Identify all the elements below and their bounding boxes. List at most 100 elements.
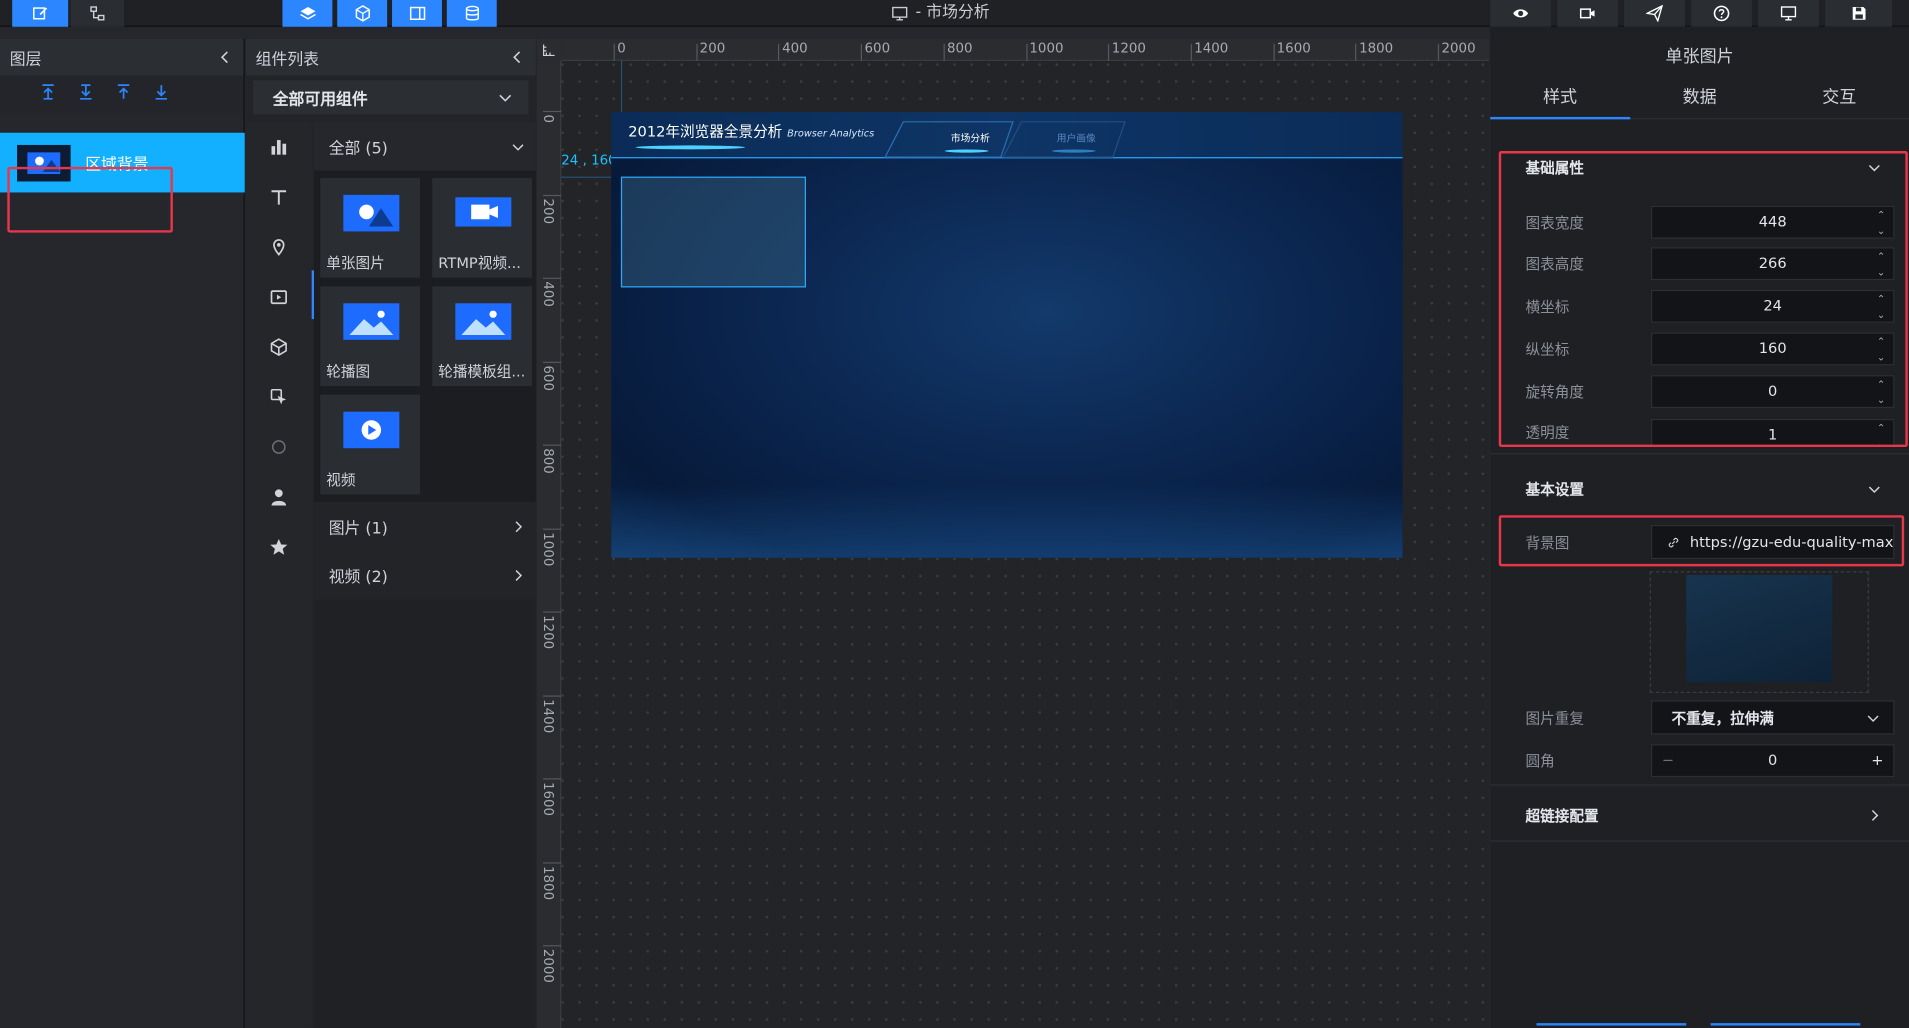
group-video[interactable]: 视频 (2)	[314, 550, 536, 600]
save-icon	[1852, 7, 1865, 20]
component-card-carousel[interactable]: 轮播图	[320, 286, 421, 387]
collapse-left-icon[interactable]	[217, 49, 234, 66]
rail-media[interactable]	[246, 272, 312, 322]
screen-tab-users[interactable]: 用户画像	[1040, 129, 1113, 148]
rail-3d[interactable]	[246, 322, 312, 372]
stepper-arrows[interactable]: ⌃ ⌄	[1874, 336, 1889, 363]
record-button[interactable]	[1557, 0, 1619, 27]
app-root: - 市场分析 图层 区域背景 组件列表 全部可用组件 全部 (5) 单张图片 R…	[0, 0, 1909, 1028]
ruler-tick	[943, 43, 945, 61]
rotation-input[interactable]: 0 ⌃ ⌄	[1650, 374, 1895, 408]
chevron-right-icon	[1871, 809, 1879, 821]
radius-stepper[interactable]: − 0 +	[1650, 743, 1895, 777]
stepper-arrows[interactable]: ⌃ ⌄	[1874, 209, 1889, 236]
screen-button[interactable]	[1758, 0, 1819, 27]
group-all[interactable]: 全部 (5)	[314, 121, 536, 171]
y-input[interactable]: 160 ⌃ ⌄	[1650, 331, 1895, 365]
ruler-corner[interactable]	[536, 38, 562, 61]
repeat-select[interactable]: 不重复，拉伸满	[1650, 700, 1895, 735]
ruler-x-label: 600	[864, 40, 891, 57]
layer-item-selected[interactable]: 区域背景	[0, 132, 245, 193]
rail-shape[interactable]	[246, 421, 312, 471]
data-toggle-button[interactable]	[446, 0, 497, 27]
screen-tab-market[interactable]: 市场分析	[934, 129, 1007, 148]
move-bottom-button[interactable]	[77, 82, 95, 105]
collapse-component-icon[interactable]	[509, 49, 526, 66]
edit-mode-button[interactable]	[12, 0, 69, 27]
flow-mode-button[interactable]	[70, 0, 125, 27]
tab-interaction[interactable]: 交互	[1769, 76, 1909, 119]
carousel-template-thumb	[455, 303, 512, 340]
component-card-video[interactable]: 视频	[320, 394, 421, 495]
rotation-label: 旋转角度	[1525, 383, 1584, 401]
background-preview	[1686, 574, 1833, 683]
arrow-down-icon	[155, 84, 168, 100]
ruler-tick	[543, 694, 562, 697]
preview-button[interactable]	[1490, 0, 1552, 27]
bottom-action-buttons[interactable]	[1536, 1023, 1861, 1028]
design-canvas[interactable]: 0 200 400 600 800 1000 1200 1400 1600 1800 2000 0 2…	[536, 38, 1490, 1028]
tab-style[interactable]: 样式	[1490, 76, 1630, 120]
section-basic-props[interactable]: 基础属性	[1490, 146, 1909, 187]
ruler-tick	[1437, 43, 1440, 61]
divider	[1490, 840, 1909, 842]
selected-component-frame[interactable]	[620, 176, 806, 288]
ruler-vertical[interactable]: 0 200 400 600 800 1000 1200 1400 1600 1800 2000	[536, 60, 562, 1028]
ruler-tick	[1355, 43, 1357, 61]
chevron-down-icon	[1868, 485, 1880, 493]
help-button[interactable]	[1691, 0, 1752, 27]
prop-repeat: 图片重复 不重复，拉伸满	[1526, 700, 1909, 735]
stepper-arrows[interactable]: ⌃ ⌄	[1874, 293, 1889, 320]
rail-map[interactable]	[246, 222, 312, 272]
screen-header: 2012年浏览器全景分析 Browser Analytics 市场分析 用户画像	[611, 112, 1403, 159]
bottom-button-left[interactable]	[1536, 1023, 1687, 1028]
tab-data[interactable]: 数据	[1630, 76, 1770, 119]
height-label: 图表高度	[1525, 255, 1584, 273]
inspector-toggle-button[interactable]	[392, 0, 442, 27]
rail-interaction[interactable]	[246, 371, 312, 421]
layer-thumbnail	[17, 144, 71, 181]
bottom-button-right[interactable]	[1710, 1023, 1861, 1028]
opacity-label: 透明度	[1525, 423, 1570, 441]
section-basic-settings[interactable]: 基本设置	[1490, 468, 1909, 509]
ruler-tick	[696, 43, 698, 61]
group-image[interactable]: 图片 (1)	[314, 501, 536, 551]
component-filter-select[interactable]: 全部可用组件	[253, 80, 529, 115]
component-card-rtmp[interactable]: RTMP视频...	[432, 177, 533, 278]
stepper-arrows[interactable]: ⌃ ⌄	[1874, 378, 1889, 405]
rail-favorite[interactable]	[246, 521, 312, 571]
y-label: 纵坐标	[1525, 340, 1570, 358]
plus-icon[interactable]: +	[1871, 752, 1883, 769]
width-input[interactable]: 448 ⌃ ⌄	[1650, 205, 1895, 239]
component-list: 全部 (5) 单张图片 RTMP视频... 轮播图 轮播模板组... 视频 图片…	[314, 121, 536, 1028]
move-up-button[interactable]	[114, 82, 132, 105]
3d-icon	[270, 337, 287, 356]
layers-toggle-button[interactable]	[282, 0, 333, 27]
rail-text[interactable]	[246, 172, 312, 222]
stepper-arrows[interactable]: ⌃ ⌄	[1874, 250, 1889, 277]
opacity-input[interactable]: 1 ⌃ ⌄	[1650, 418, 1895, 446]
component-card-carousel-template[interactable]: 轮播模板组...	[432, 286, 533, 387]
publish-button[interactable]	[1624, 0, 1686, 27]
ruler-tick	[778, 43, 780, 61]
minus-icon[interactable]: −	[1662, 752, 1674, 769]
rail-user[interactable]	[246, 471, 312, 521]
ruler-horizontal[interactable]: 0 200 400 600 800 1000 1200 1400 1600 1800 2000	[561, 38, 1490, 61]
star-icon	[270, 538, 288, 555]
component-toggle-button[interactable]	[337, 0, 388, 27]
background-preview-frame[interactable]	[1649, 571, 1869, 694]
height-input[interactable]: 266 ⌃ ⌄	[1650, 246, 1895, 280]
stepper-arrows[interactable]: ⌃ ⌄	[1874, 422, 1889, 446]
move-top-button[interactable]	[39, 82, 57, 105]
section-link-config[interactable]: 超链接配置	[1490, 794, 1909, 835]
background-url-input[interactable]: https://gzu-edu-quality-max	[1650, 524, 1895, 560]
panel-icon	[409, 6, 425, 21]
x-input[interactable]: 24 ⌃ ⌄	[1650, 289, 1895, 323]
component-card-single-image[interactable]: 单张图片	[320, 177, 421, 278]
ruler-tick	[1273, 43, 1275, 61]
rail-chart[interactable]	[246, 122, 312, 172]
move-down-button[interactable]	[152, 82, 170, 105]
eye-icon	[1513, 9, 1529, 18]
layers-title: 图层	[9, 50, 42, 69]
save-button[interactable]	[1825, 0, 1892, 27]
